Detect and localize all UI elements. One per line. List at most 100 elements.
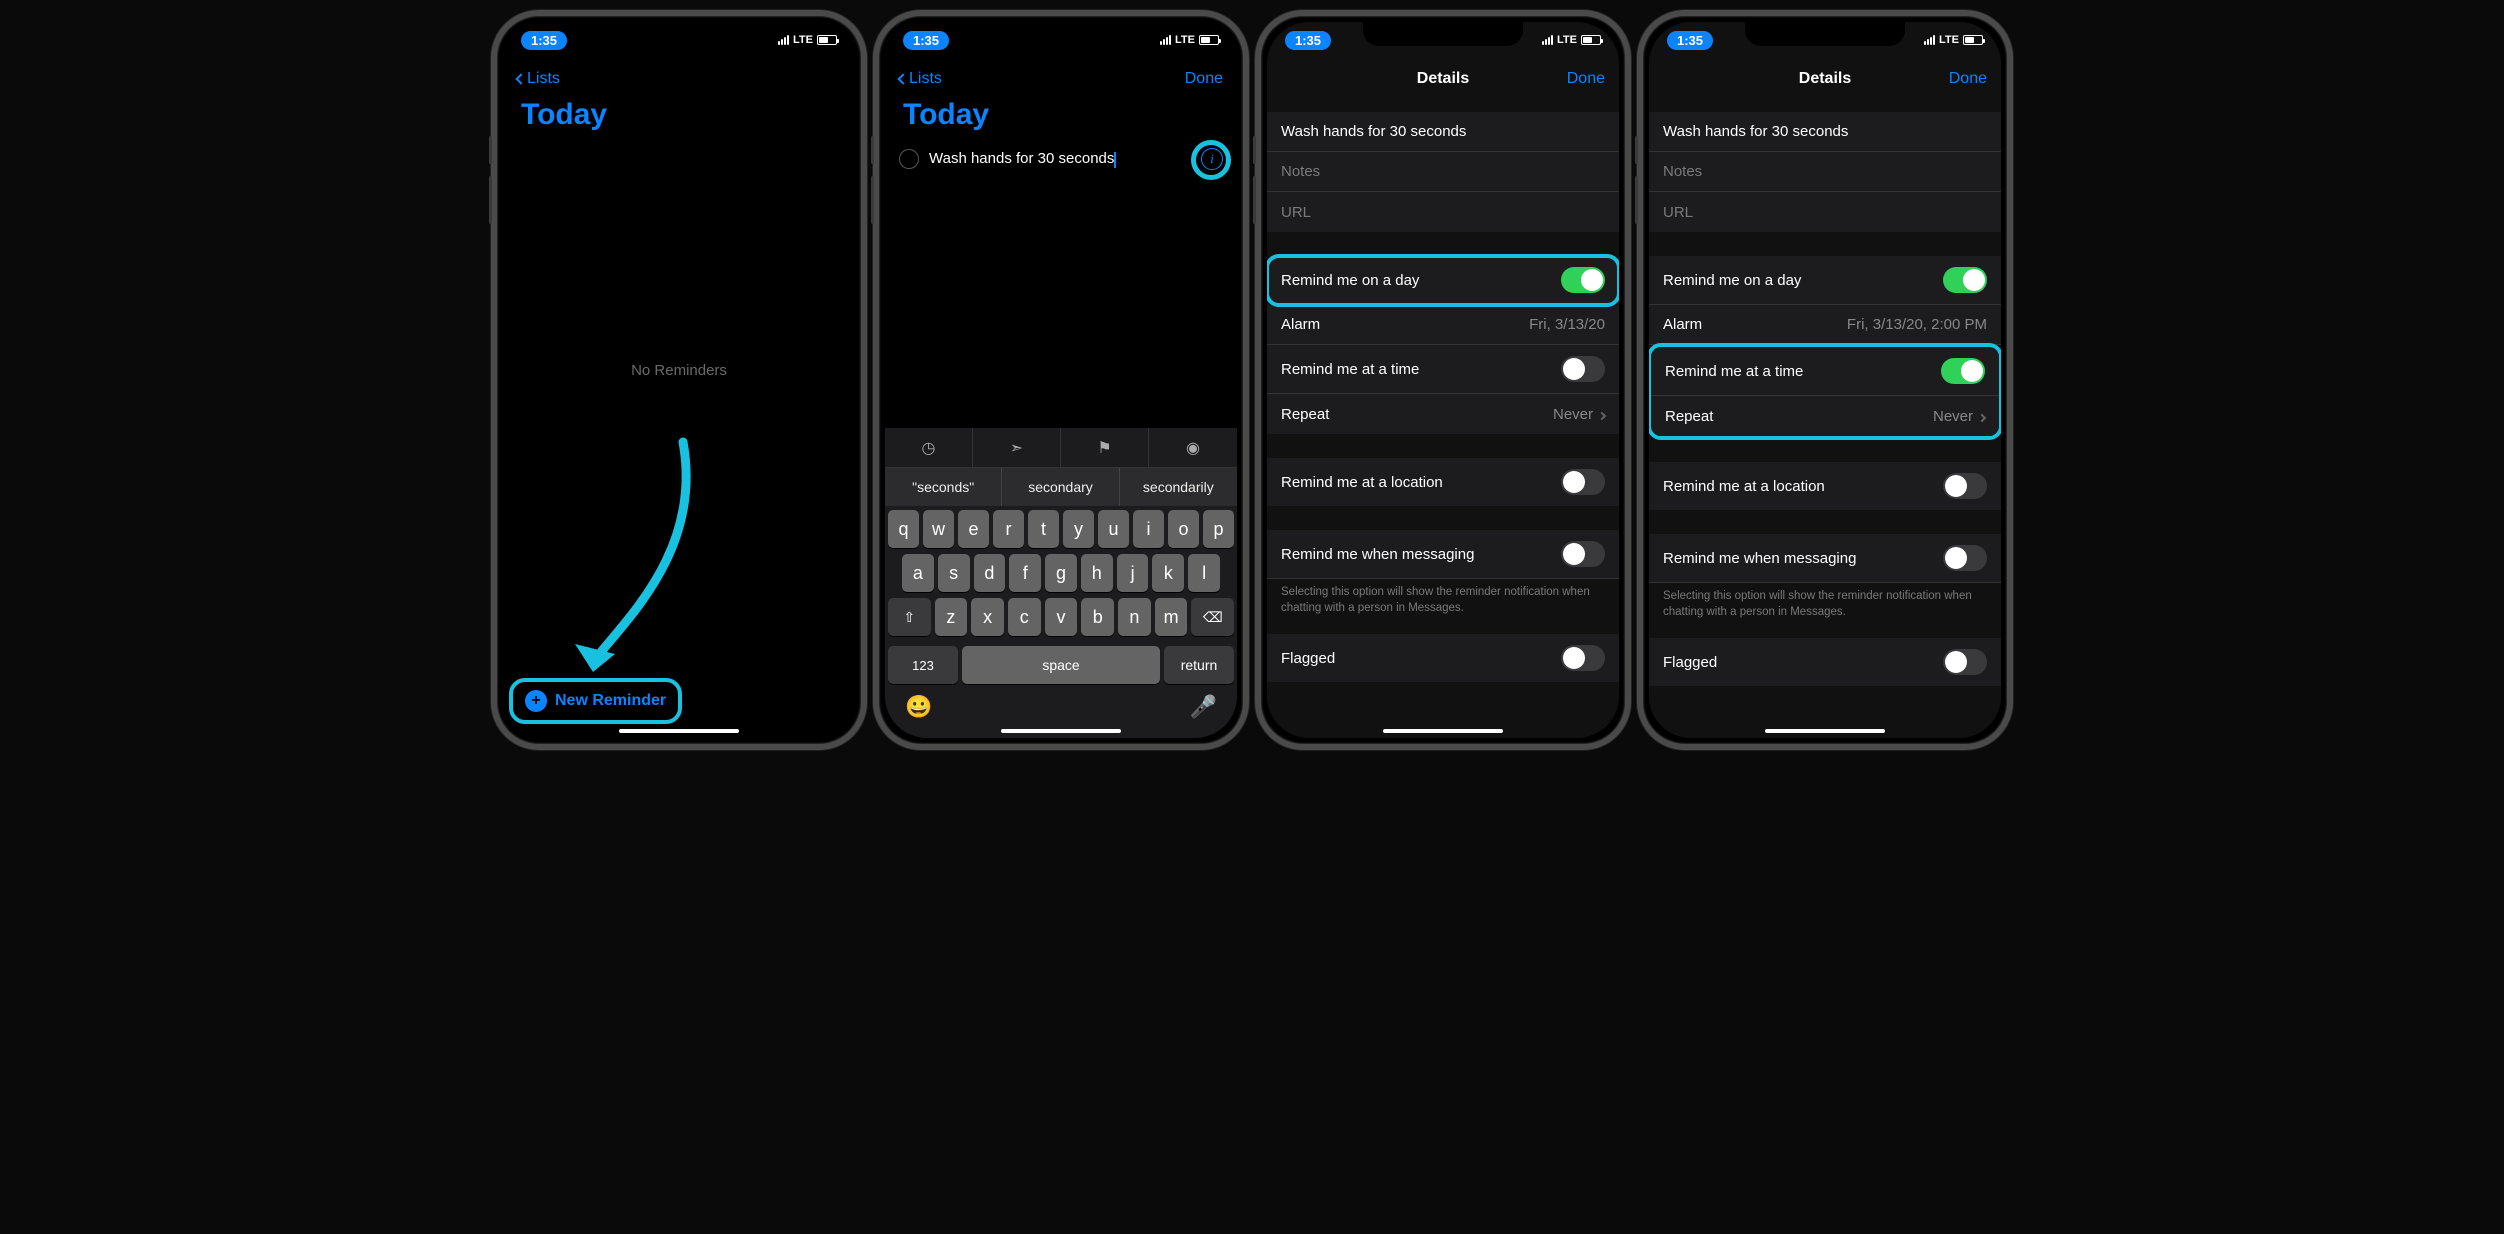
suggestion[interactable]: secondarily (1120, 468, 1237, 506)
key-return[interactable]: return (1164, 646, 1234, 684)
reminder-row[interactable]: Wash hands for 30 seconds i (885, 142, 1237, 176)
dictation-button[interactable]: 🎤 (1190, 694, 1217, 720)
key-q[interactable]: q (888, 510, 919, 548)
signal-icon (1160, 35, 1171, 45)
remind-location-toggle[interactable] (1943, 473, 1987, 499)
key-z[interactable]: z (935, 598, 968, 636)
kbd-camera-icon[interactable]: ◉ (1149, 428, 1237, 467)
flagged-row[interactable]: Flagged (1649, 638, 2001, 686)
kbd-flag-icon[interactable]: ⚑ (1061, 428, 1149, 467)
remind-time-row[interactable]: Remind me at a time (1267, 345, 1619, 394)
done-button[interactable]: Done (1185, 70, 1223, 88)
key-u[interactable]: u (1098, 510, 1129, 548)
battery-icon (1581, 35, 1601, 45)
phone-2: 1:35 LTE Lists Done Today Wash hands for… (873, 10, 1249, 750)
key-shift[interactable]: ⇧ (888, 598, 931, 636)
alarm-row[interactable]: Alarm Fri, 3/13/20 (1267, 305, 1619, 345)
remind-location-row[interactable]: Remind me at a location (1267, 458, 1619, 506)
section-timing: Remind me on a day Alarm Fri, 3/13/20, 2… (1649, 256, 2001, 440)
remind-messaging-toggle[interactable] (1561, 541, 1605, 567)
home-indicator[interactable] (1383, 729, 1503, 733)
remind-day-row[interactable]: Remind me on a day (1267, 256, 1619, 305)
messaging-footnote: Selecting this option will show the remi… (1649, 583, 2001, 620)
home-indicator[interactable] (619, 729, 739, 733)
key-t[interactable]: t (1028, 510, 1059, 548)
key-j[interactable]: j (1117, 554, 1149, 592)
remind-time-toggle[interactable] (1561, 356, 1605, 382)
title-field[interactable]: Wash hands for 30 seconds (1649, 112, 2001, 152)
tutorial-arrow (563, 432, 703, 692)
nav-bar: Details Done (1267, 58, 1619, 98)
kbd-location-icon[interactable]: ➣ (973, 428, 1061, 467)
key-c[interactable]: c (1008, 598, 1041, 636)
key-k[interactable]: k (1152, 554, 1184, 592)
remind-location-row[interactable]: Remind me at a location (1649, 462, 2001, 510)
key-s[interactable]: s (938, 554, 970, 592)
key-y[interactable]: y (1063, 510, 1094, 548)
key-f[interactable]: f (1009, 554, 1041, 592)
key-d[interactable]: d (974, 554, 1006, 592)
empty-label: No Reminders (503, 362, 855, 379)
key-o[interactable]: o (1168, 510, 1199, 548)
remind-time-row[interactable]: Remind me at a time (1651, 347, 1999, 396)
title-field[interactable]: Wash hands for 30 seconds (1267, 112, 1619, 152)
remind-messaging-toggle[interactable] (1943, 545, 1987, 571)
messaging-footnote: Selecting this option will show the remi… (1267, 579, 1619, 616)
key-i[interactable]: i (1133, 510, 1164, 548)
remind-day-toggle[interactable] (1943, 267, 1987, 293)
key-e[interactable]: e (958, 510, 989, 548)
key-h[interactable]: h (1081, 554, 1113, 592)
remind-location-toggle[interactable] (1561, 469, 1605, 495)
key-delete[interactable]: ⌫ (1191, 598, 1234, 636)
key-g[interactable]: g (1045, 554, 1077, 592)
key-p[interactable]: p (1203, 510, 1234, 548)
section-flag: Flagged (1267, 634, 1619, 682)
repeat-row[interactable]: Repeat Never (1651, 396, 1999, 436)
suggestion[interactable]: secondary (1002, 468, 1119, 506)
home-indicator[interactable] (1001, 729, 1121, 733)
key-m[interactable]: m (1155, 598, 1188, 636)
remind-day-row[interactable]: Remind me on a day (1649, 256, 2001, 305)
plus-circle-icon: + (525, 690, 547, 712)
notch (1363, 22, 1523, 46)
notes-field[interactable]: Notes (1649, 152, 2001, 192)
done-button[interactable]: Done (1949, 70, 1987, 88)
reminder-checkbox[interactable] (899, 149, 919, 169)
suggestion[interactable]: "seconds" (885, 468, 1002, 506)
back-button[interactable]: Lists (517, 70, 560, 88)
notes-field[interactable]: Notes (1267, 152, 1619, 192)
home-indicator[interactable] (1765, 729, 1885, 733)
key-a[interactable]: a (902, 554, 934, 592)
key-r[interactable]: r (993, 510, 1024, 548)
key-x[interactable]: x (971, 598, 1004, 636)
done-button[interactable]: Done (1567, 70, 1605, 88)
chevron-right-icon (1598, 411, 1606, 419)
notch (981, 22, 1141, 46)
remind-messaging-row[interactable]: Remind me when messaging (1649, 534, 2001, 583)
url-field[interactable]: URL (1649, 192, 2001, 232)
remind-messaging-row[interactable]: Remind me when messaging (1267, 530, 1619, 579)
status-right: LTE (778, 34, 837, 46)
key-l[interactable]: l (1188, 554, 1220, 592)
key-123[interactable]: 123 (888, 646, 958, 684)
key-v[interactable]: v (1045, 598, 1078, 636)
new-reminder-button[interactable]: + New Reminder (525, 690, 666, 712)
flagged-toggle[interactable] (1561, 645, 1605, 671)
remind-time-toggle[interactable] (1941, 358, 1985, 384)
back-button[interactable]: Lists (899, 70, 942, 88)
repeat-row[interactable]: Repeat Never (1267, 394, 1619, 434)
key-n[interactable]: n (1118, 598, 1151, 636)
emoji-button[interactable]: 😀 (905, 694, 932, 720)
kbd-clock-icon[interactable]: ◷ (885, 428, 973, 467)
flagged-toggle[interactable] (1943, 649, 1987, 675)
key-w[interactable]: w (923, 510, 954, 548)
remind-day-toggle[interactable] (1561, 267, 1605, 293)
url-field[interactable]: URL (1267, 192, 1619, 232)
reminder-text-input[interactable]: Wash hands for 30 seconds (929, 150, 1191, 167)
section-text: Wash hands for 30 seconds Notes URL (1267, 112, 1619, 232)
tutorial-highlight (1191, 140, 1231, 180)
alarm-row[interactable]: Alarm Fri, 3/13/20, 2:00 PM (1649, 305, 2001, 345)
key-space[interactable]: space (962, 646, 1160, 684)
flagged-row[interactable]: Flagged (1267, 634, 1619, 682)
key-b[interactable]: b (1081, 598, 1114, 636)
